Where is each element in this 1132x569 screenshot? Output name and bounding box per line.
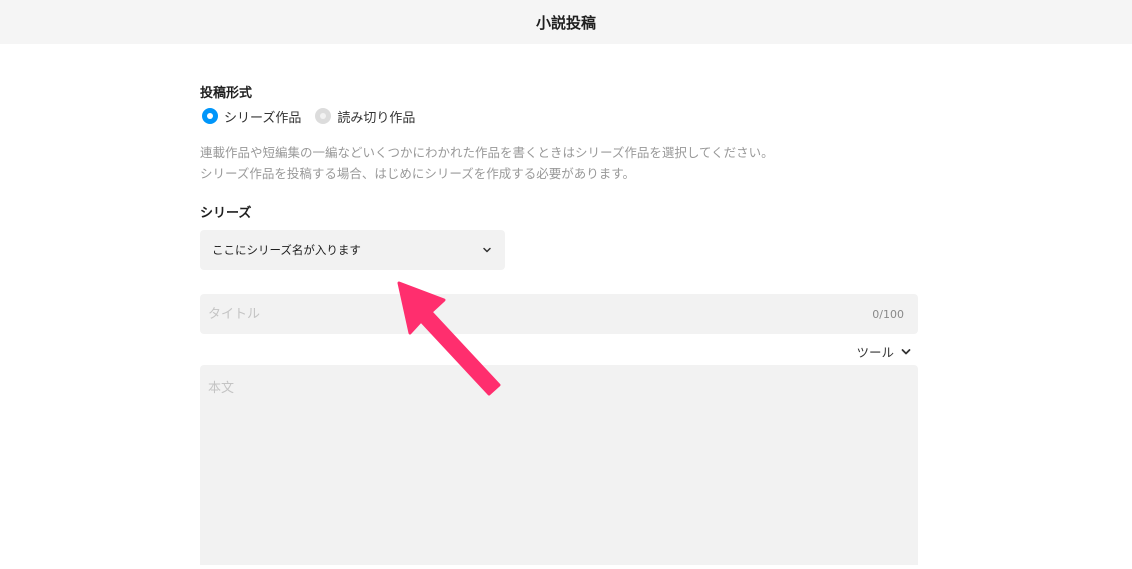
series-select-value: ここにシリーズ名が入ります	[212, 243, 361, 257]
series-select[interactable]: ここにシリーズ名が入ります	[200, 230, 505, 270]
chevron-down-icon	[483, 247, 491, 253]
post-format-help: 連載作品や短編集の一編などいくつかにわかれた作品を書くときはシリーズ作品を選択し…	[200, 142, 918, 184]
body-field[interactable]	[200, 365, 918, 565]
post-format-label: 投稿形式	[200, 86, 253, 101]
page-header: 小説投稿	[0, 0, 1132, 44]
radio-series-work-label: シリーズ作品	[224, 110, 302, 126]
radio-series-work[interactable]: シリーズ作品	[202, 107, 301, 126]
help-line: 連載作品や短編集の一編などいくつかにわかれた作品を書くときはシリーズ作品を選択し…	[200, 145, 774, 160]
body-textarea[interactable]	[200, 365, 918, 565]
novel-post-form: 投稿形式 シリーズ作品 読み切り作品 連載作品や短編集の一編などいくつかにわかれ…	[200, 44, 918, 565]
radio-oneshot-work[interactable]: 読み切り作品	[315, 107, 415, 126]
post-format-radio-group: シリーズ作品 読み切り作品	[202, 107, 429, 126]
chevron-down-icon	[901, 348, 911, 354]
radio-selected-icon[interactable]	[202, 108, 218, 124]
tools-toggle[interactable]: ツール	[856, 342, 912, 361]
help-line: シリーズ作品を投稿する場合、はじめにシリーズを作成する必要があります。	[200, 166, 636, 181]
radio-oneshot-work-label: 読み切り作品	[337, 110, 416, 126]
tools-label: ツール	[856, 345, 894, 360]
title-field[interactable]: 0/100	[200, 294, 918, 334]
page-title: 小説投稿	[535, 13, 596, 32]
title-char-counter: 0/100	[872, 307, 904, 321]
title-input[interactable]	[208, 306, 873, 322]
series-label: シリーズ	[200, 206, 252, 221]
radio-unselected-icon[interactable]	[315, 108, 332, 124]
